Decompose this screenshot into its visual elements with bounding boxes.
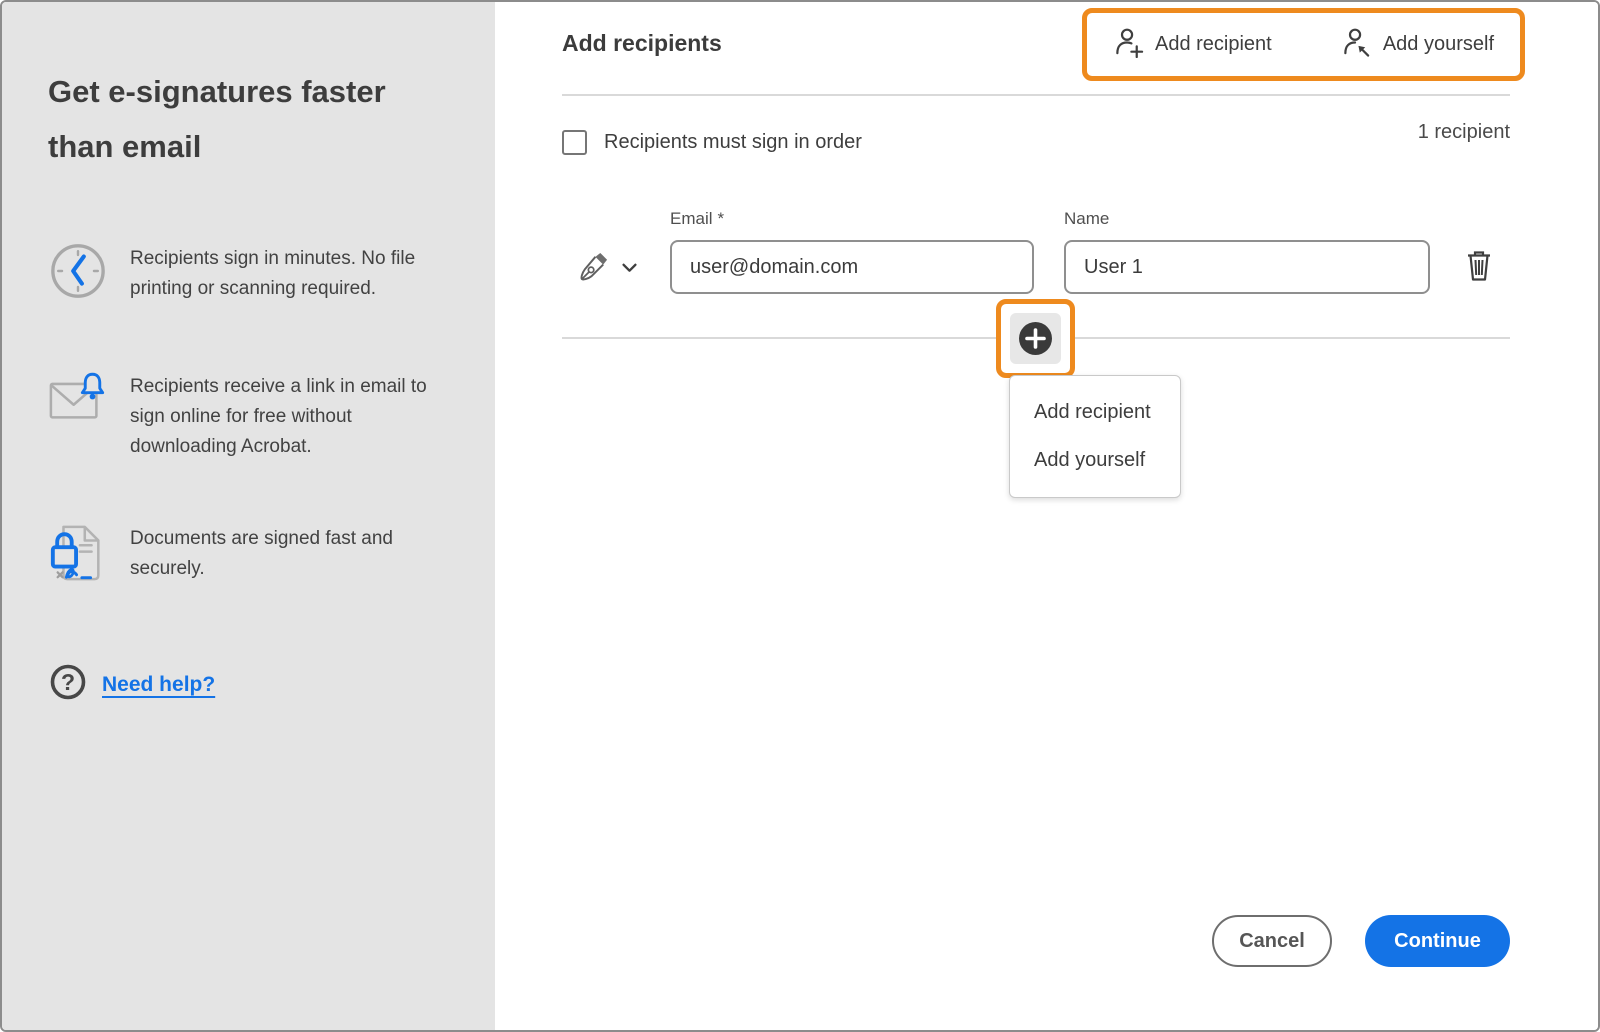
add-dropdown-menu: Add recipient Add yourself [1009, 375, 1181, 498]
benefit-item: Recipients sign in minutes. No file prin… [48, 242, 448, 304]
benefit-text: Recipients receive a link in email to si… [130, 376, 427, 457]
pen-nib-icon [578, 251, 609, 287]
need-help-label[interactable]: Need help? [102, 673, 215, 697]
cancel-button[interactable]: Cancel [1212, 915, 1332, 967]
email-input[interactable] [670, 240, 1034, 294]
email-label-text: Email [670, 209, 713, 228]
add-recipient-plus-button[interactable] [1010, 313, 1061, 364]
required-marker: * [717, 209, 725, 228]
person-plus-icon [1113, 26, 1144, 64]
sign-in-order-checkbox-row[interactable]: Recipients must sign in order [562, 130, 862, 155]
header-divider [562, 94, 1510, 96]
email-notification-icon [48, 370, 108, 424]
add-yourself-button[interactable]: Add yourself [1341, 26, 1494, 64]
sign-in-order-checkbox[interactable] [562, 130, 587, 155]
name-input[interactable] [1064, 240, 1430, 294]
sign-in-order-label: Recipients must sign in order [604, 131, 862, 153]
benefit-text: Documents are signed fast and securely. [130, 528, 393, 579]
add-recipients-dialog: Get e-signatures faster than email Recip… [0, 0, 1600, 1032]
add-recipient-label: Add recipient [1155, 33, 1272, 55]
main-panel: Add recipients Add recipient Add yoursel… [495, 2, 1598, 1030]
delete-recipient-button[interactable] [1464, 250, 1494, 285]
svg-text:?: ? [61, 669, 75, 695]
plus-circle-icon [1019, 322, 1052, 355]
menu-item-add-recipient[interactable]: Add recipient [1034, 401, 1180, 424]
secure-document-icon [48, 522, 108, 586]
menu-item-add-yourself[interactable]: Add yourself [1034, 449, 1180, 472]
benefits-sidebar: Get e-signatures faster than email Recip… [2, 2, 495, 1030]
continue-button[interactable]: Continue [1365, 915, 1510, 967]
sidebar-heading-line2: than email [48, 129, 202, 164]
add-recipient-button[interactable]: Add recipient [1113, 26, 1272, 64]
recipient-count: 1 recipient [1417, 121, 1510, 143]
need-help-link[interactable]: ? Need help? [48, 662, 215, 707]
benefit-item: Documents are signed fast and securely. [48, 522, 448, 586]
add-button-callout [996, 299, 1075, 378]
sidebar-heading-line1: Get e-signatures faster [48, 74, 386, 109]
add-buttons-callout: Add recipient Add yourself [1082, 8, 1525, 81]
clock-icon [48, 242, 108, 300]
benefit-text: Recipients sign in minutes. No file prin… [130, 248, 416, 299]
benefit-item: Recipients receive a link in email to si… [48, 370, 448, 462]
person-self-icon [1341, 26, 1372, 64]
add-yourself-label: Add yourself [1382, 33, 1494, 55]
question-circle-icon: ? [48, 662, 88, 707]
email-field-label: Email * [670, 209, 724, 229]
sidebar-heading: Get e-signatures faster than email [48, 64, 438, 174]
trash-icon [1464, 251, 1494, 285]
name-field-label: Name [1064, 209, 1110, 228]
page-title: Add recipients [562, 30, 722, 56]
recipient-role-select[interactable] [578, 251, 637, 287]
chevron-down-icon [622, 260, 637, 278]
